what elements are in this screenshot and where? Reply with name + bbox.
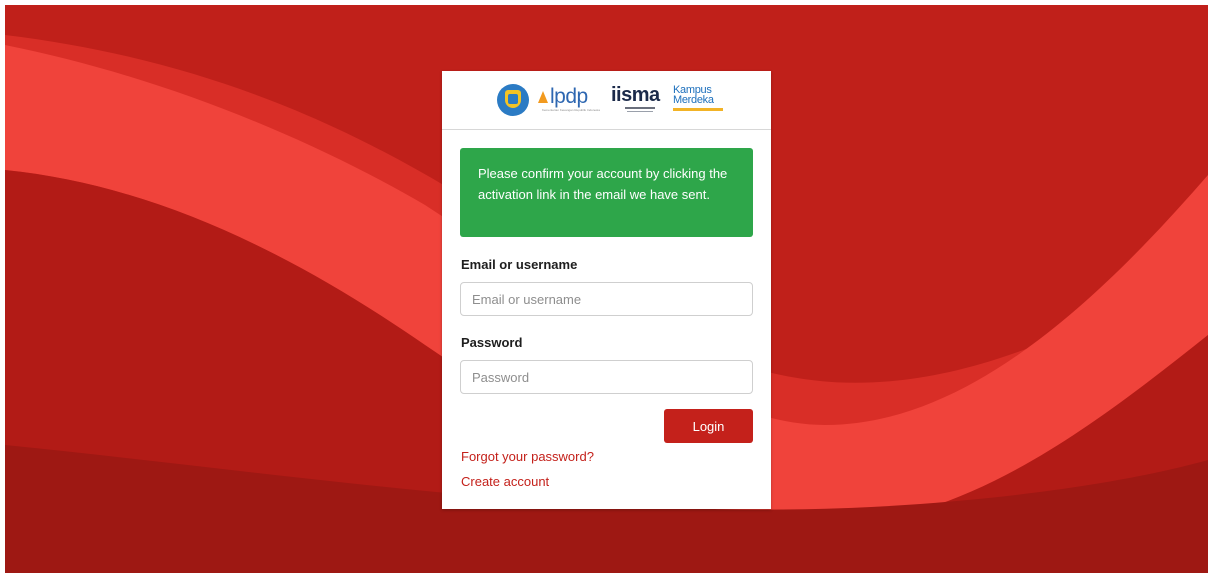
email-input[interactable]: [460, 282, 753, 316]
login-card: lpdp Kementerian Keuangan Republik Indon…: [442, 71, 771, 509]
create-account-link[interactable]: Create account: [461, 474, 549, 489]
kampus-logo-line2: Merdeka: [673, 94, 714, 106]
email-label: Email or username: [461, 257, 578, 272]
login-button[interactable]: Login: [664, 409, 753, 443]
iisma-logo: iisma: [611, 82, 667, 116]
forgot-password-link[interactable]: Forgot your password?: [461, 449, 594, 464]
logo-bar: lpdp Kementerian Keuangan Republik Indon…: [442, 71, 771, 130]
lpdp-logo-text: lpdp: [550, 85, 588, 108]
kemdikbud-logo-icon: [497, 84, 529, 116]
lpdp-logo: lpdp Kementerian Keuangan Republik Indon…: [538, 84, 600, 114]
password-label: Password: [461, 335, 523, 350]
confirmation-alert: Please confirm your account by clicking …: [460, 148, 753, 237]
password-input[interactable]: [460, 360, 753, 394]
kampus-merdeka-logo: Kampus Merdeka: [673, 84, 725, 116]
iisma-logo-text: iisma: [611, 84, 660, 106]
lpdp-flame-icon: [538, 91, 548, 103]
lpdp-tagline: Kementerian Keuangan Republik Indonesia: [542, 108, 600, 112]
